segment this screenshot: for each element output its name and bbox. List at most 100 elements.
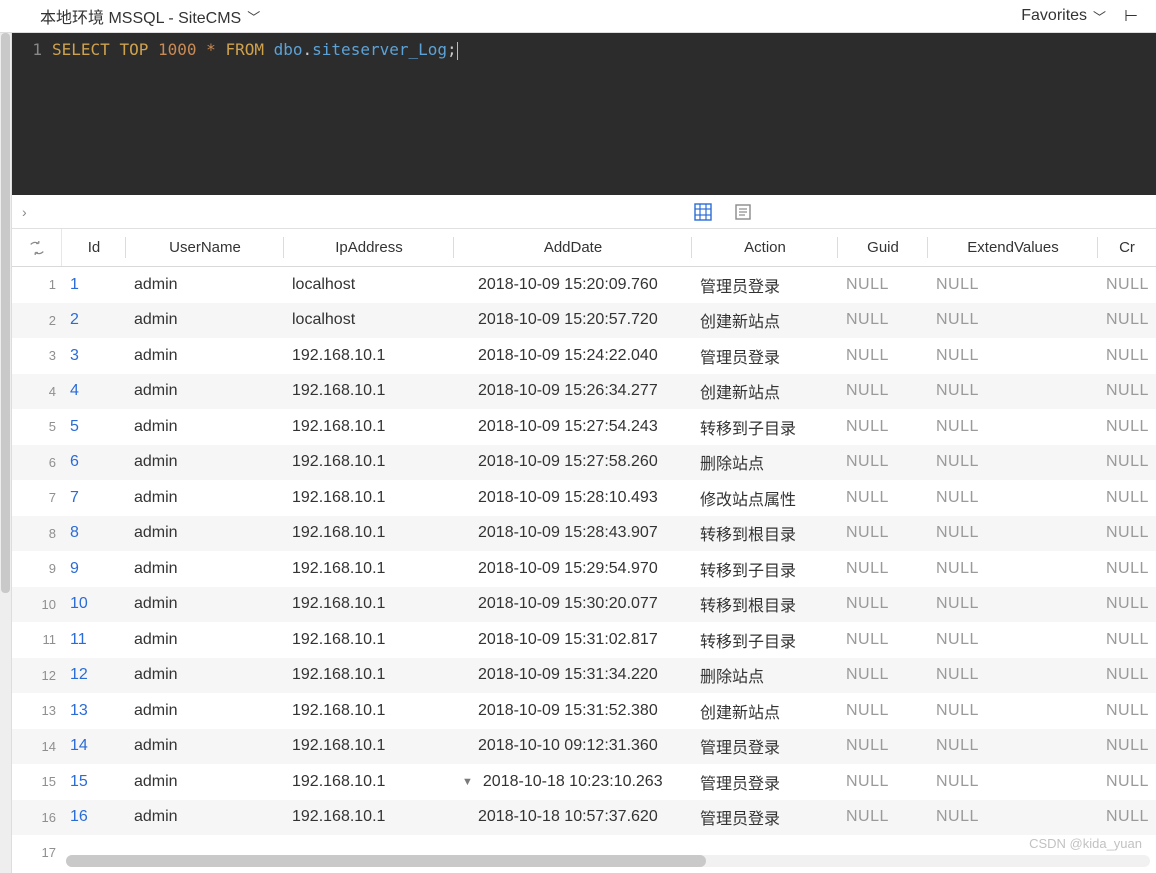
cell-guid[interactable]: NULL	[838, 524, 928, 542]
cell-cr[interactable]: NULL	[1098, 311, 1156, 329]
cell-extendvalues[interactable]: NULL	[928, 595, 1098, 613]
cell-guid[interactable]: NULL	[838, 808, 928, 826]
table-row[interactable]: 1010admin192.168.10.12018-10-09 15:30:20…	[12, 587, 1156, 623]
cell-id[interactable]: 16	[62, 808, 126, 826]
cell-extendvalues[interactable]: NULL	[928, 453, 1098, 471]
horizontal-scrollbar-thumb[interactable]	[66, 855, 706, 867]
table-row[interactable]: 1515admin192.168.10.1▼2018-10-18 10:23:1…	[12, 764, 1156, 800]
cell-id[interactable]: 14	[62, 737, 126, 755]
table-row[interactable]: 88admin192.168.10.12018-10-09 15:28:43.9…	[12, 516, 1156, 552]
cell-id[interactable]: 4	[62, 382, 126, 400]
cell-guid[interactable]: NULL	[838, 382, 928, 400]
cell-cr[interactable]: NULL	[1098, 560, 1156, 578]
cell-adddate[interactable]: 2018-10-09 15:27:58.260	[454, 453, 692, 471]
cell-adddate[interactable]: 2018-10-09 15:31:34.220	[454, 666, 692, 684]
column-header-id[interactable]: Id	[62, 229, 126, 266]
cell-username[interactable]: admin	[126, 347, 284, 365]
toolbar-more-glyph[interactable]: ⊢	[1124, 6, 1138, 26]
cell-extendvalues[interactable]: NULL	[928, 489, 1098, 507]
cell-guid[interactable]: NULL	[838, 453, 928, 471]
cell-username[interactable]: admin	[126, 489, 284, 507]
cell-action[interactable]: 转移到子目录	[692, 628, 838, 652]
grid-view-icon[interactable]	[692, 201, 714, 223]
cell-guid[interactable]: NULL	[838, 595, 928, 613]
cell-action[interactable]: 管理员登录	[692, 734, 838, 758]
cell-cr[interactable]: NULL	[1098, 702, 1156, 720]
cell-username[interactable]: admin	[126, 311, 284, 329]
chevron-right-icon[interactable]: ›	[22, 204, 27, 220]
cell-extendvalues[interactable]: NULL	[928, 773, 1098, 791]
cell-adddate[interactable]: 2018-10-09 15:29:54.970	[454, 560, 692, 578]
cell-id[interactable]: 1	[62, 276, 126, 294]
cell-ipaddress[interactable]: 192.168.10.1	[284, 737, 454, 755]
cell-cr[interactable]: NULL	[1098, 489, 1156, 507]
cell-adddate[interactable]: 2018-10-09 15:20:09.760	[454, 276, 692, 294]
vertical-scrollbar[interactable]	[0, 33, 12, 873]
cell-adddate[interactable]: 2018-10-09 15:26:34.277	[454, 382, 692, 400]
cell-extendvalues[interactable]: NULL	[928, 702, 1098, 720]
table-row[interactable]: 55admin192.168.10.12018-10-09 15:27:54.2…	[12, 409, 1156, 445]
cell-username[interactable]: admin	[126, 382, 284, 400]
cell-id[interactable]: 6	[62, 453, 126, 471]
cell-action[interactable]: 创建新站点	[692, 699, 838, 723]
cell-id[interactable]: 2	[62, 311, 126, 329]
cell-action[interactable]: 管理员登录	[692, 273, 838, 297]
cell-ipaddress[interactable]: 192.168.10.1	[284, 489, 454, 507]
cell-action[interactable]: 转移到根目录	[692, 592, 838, 616]
cell-username[interactable]: admin	[126, 276, 284, 294]
cell-ipaddress[interactable]: 192.168.10.1	[284, 595, 454, 613]
cell-username[interactable]: admin	[126, 773, 284, 791]
cell-extendvalues[interactable]: NULL	[928, 382, 1098, 400]
cell-extendvalues[interactable]: NULL	[928, 808, 1098, 826]
cell-id[interactable]: 11	[62, 631, 126, 649]
cell-cr[interactable]: NULL	[1098, 737, 1156, 755]
cell-username[interactable]: admin	[126, 808, 284, 826]
cell-extendvalues[interactable]: NULL	[928, 276, 1098, 294]
column-header-adddate[interactable]: AddDate	[454, 229, 692, 266]
cell-adddate[interactable]: 2018-10-09 15:20:57.720	[454, 311, 692, 329]
cell-username[interactable]: admin	[126, 737, 284, 755]
cell-extendvalues[interactable]: NULL	[928, 631, 1098, 649]
cell-cr[interactable]: NULL	[1098, 453, 1156, 471]
cell-extendvalues[interactable]: NULL	[928, 666, 1098, 684]
horizontal-scrollbar[interactable]	[66, 855, 1150, 867]
cell-cr[interactable]: NULL	[1098, 808, 1156, 826]
cell-ipaddress[interactable]: 192.168.10.1	[284, 808, 454, 826]
cell-cr[interactable]: NULL	[1098, 773, 1156, 791]
cell-ipaddress[interactable]: 192.168.10.1	[284, 524, 454, 542]
cell-extendvalues[interactable]: NULL	[928, 737, 1098, 755]
cell-username[interactable]: admin	[126, 560, 284, 578]
cell-id[interactable]: 7	[62, 489, 126, 507]
cell-action[interactable]: 转移到子目录	[692, 415, 838, 439]
cell-id[interactable]: 15	[62, 773, 126, 791]
cell-extendvalues[interactable]: NULL	[928, 347, 1098, 365]
table-row[interactable]: 1111admin192.168.10.12018-10-09 15:31:02…	[12, 622, 1156, 658]
table-row[interactable]: 1313admin192.168.10.12018-10-09 15:31:52…	[12, 693, 1156, 729]
cell-extendvalues[interactable]: NULL	[928, 560, 1098, 578]
cell-username[interactable]: admin	[126, 418, 284, 436]
cell-guid[interactable]: NULL	[838, 702, 928, 720]
cell-id[interactable]: 8	[62, 524, 126, 542]
table-row[interactable]: 99admin192.168.10.12018-10-09 15:29:54.9…	[12, 551, 1156, 587]
cell-ipaddress[interactable]: 192.168.10.1	[284, 702, 454, 720]
column-header-guid[interactable]: Guid	[838, 229, 928, 266]
cell-ipaddress[interactable]: 192.168.10.1	[284, 453, 454, 471]
column-header-username[interactable]: UserName	[126, 229, 284, 266]
cell-adddate[interactable]: 2018-10-10 09:12:31.360	[454, 737, 692, 755]
cell-guid[interactable]: NULL	[838, 666, 928, 684]
cell-id[interactable]: 13	[62, 702, 126, 720]
cell-action[interactable]: 管理员登录	[692, 805, 838, 829]
cell-ipaddress[interactable]: localhost	[284, 276, 454, 294]
cell-adddate[interactable]: 2018-10-09 15:28:43.907	[454, 524, 692, 542]
column-header-action[interactable]: Action	[692, 229, 838, 266]
cell-cr[interactable]: NULL	[1098, 276, 1156, 294]
cell-cr[interactable]: NULL	[1098, 524, 1156, 542]
cell-username[interactable]: admin	[126, 524, 284, 542]
table-row[interactable]: 22adminlocalhost2018-10-09 15:20:57.720创…	[12, 303, 1156, 339]
cell-username[interactable]: admin	[126, 666, 284, 684]
favorites-menu[interactable]: Favorites ﹀	[1021, 7, 1106, 26]
cell-username[interactable]: admin	[126, 453, 284, 471]
cell-action[interactable]: 删除站点	[692, 663, 838, 687]
cell-extendvalues[interactable]: NULL	[928, 418, 1098, 436]
column-header-cr[interactable]: Cr	[1098, 229, 1156, 266]
